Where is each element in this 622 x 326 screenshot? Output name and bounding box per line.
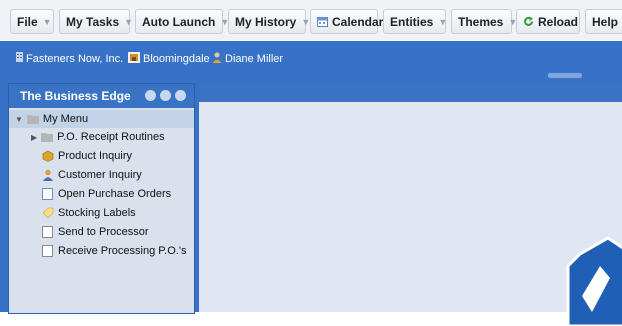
tree-node-label: Stocking Labels (58, 207, 136, 219)
chevron-down-icon: ▼ (124, 16, 134, 27)
menu-my-tasks[interactable]: My Tasks ▼ (59, 9, 134, 34)
main-menubar: File ▼ My Tasks ▼ Auto Launch ▼ My History ▼… (0, 0, 622, 40)
building-icon (16, 52, 23, 65)
chevron-down-icon: ▼ (301, 16, 311, 27)
context-bar: Fasteners Now, Inc. Bloomingdale Diane M… (0, 41, 622, 75)
main-content-area (199, 102, 622, 312)
tree-node-open-purchase-orders[interactable]: Open Purchase Orders (42, 185, 171, 203)
menu-help-label: Help (592, 14, 619, 29)
context-company[interactable]: Fasteners Now, Inc. (16, 52, 123, 65)
folder-icon (26, 113, 39, 125)
person-icon (42, 169, 54, 181)
calendar-button-label: Calendar (332, 14, 384, 29)
menu-help[interactable]: Help▼ (585, 9, 622, 34)
user-icon (212, 52, 222, 66)
document-icon (42, 226, 54, 238)
tree-node-receive-processing-pos[interactable]: Receive Processing P.O.'s (42, 242, 186, 260)
menu-themes[interactable]: Themes ▼ (451, 9, 517, 34)
tree-node-po-receipt-routines[interactable]: ▶ P.O. Receipt Routines (31, 128, 165, 146)
app-logo (566, 236, 622, 326)
tree-node-label: Product Inquiry (58, 150, 132, 162)
tree-node-label: Send to Processor (58, 226, 149, 238)
tree-node-label: P.O. Receipt Routines (57, 131, 165, 143)
menu-my-history-label: My History (235, 14, 297, 29)
collapse-left-icon[interactable] (175, 90, 186, 101)
document-icon (42, 245, 54, 257)
menu-auto-launch[interactable]: Auto Launch ▼ (135, 9, 229, 34)
context-user[interactable]: Diane Miller (212, 52, 283, 66)
menu-auto-launch-label: Auto Launch (142, 14, 216, 29)
context-company-label: Fasteners Now, Inc. (26, 52, 124, 65)
navigation-panel-title: The Business Edge (20, 89, 131, 103)
tree-node-label: Customer Inquiry (58, 169, 142, 181)
tree-node-my-menu[interactable]: ▼ My Menu (9, 110, 194, 128)
branch-icon (128, 52, 140, 66)
chevron-down-icon: ▼ (438, 16, 448, 27)
menu-entities[interactable]: Entities ▼ (383, 9, 448, 34)
context-branch[interactable]: Bloomingdale (128, 52, 210, 66)
menu-file[interactable]: File ▼ (10, 9, 54, 34)
tree-node-label: My Menu (42, 113, 89, 125)
menu-entities-label: Entities (390, 14, 434, 29)
menu-themes-label: Themes (458, 14, 504, 29)
calendar-button[interactable]: Calendar (310, 9, 383, 34)
menu-my-tasks-label: My Tasks (66, 14, 120, 29)
reload-button[interactable]: Reload (516, 9, 580, 34)
box-icon (42, 150, 54, 162)
tag-icon (42, 207, 54, 219)
navigation-panel: The Business Edge ▼ My Menu ▶ P.O. Recei… (8, 83, 195, 314)
main-area-header (199, 83, 622, 102)
tree-node-label: Open Purchase Orders (58, 188, 172, 200)
reload-button-label: Reload (538, 14, 579, 29)
tree-node-send-to-processor[interactable]: Send to Processor (42, 223, 149, 241)
collapse-handle[interactable] (548, 73, 582, 78)
document-icon (42, 188, 54, 200)
gear-icon[interactable] (145, 90, 156, 101)
menu-file-label: File (17, 14, 38, 29)
reload-icon (523, 16, 534, 27)
calendar-icon (317, 16, 328, 27)
expand-arrow-icon[interactable]: ▼ (15, 115, 23, 124)
tree-node-customer-inquiry[interactable]: Customer Inquiry (42, 166, 142, 184)
context-user-label: Diane Miller (225, 53, 284, 65)
folder-icon (41, 131, 54, 143)
tree-node-label: Receive Processing P.O.'s (58, 245, 187, 257)
context-branch-label: Bloomingdale (143, 53, 210, 65)
navigation-panel-header: The Business Edge (9, 84, 194, 108)
expand-arrow-icon[interactable]: ▶ (31, 133, 37, 142)
tree-node-stocking-labels[interactable]: Stocking Labels (42, 204, 136, 222)
tree-node-product-inquiry[interactable]: Product Inquiry (42, 147, 132, 165)
menu-my-history[interactable]: My History ▼ (228, 9, 310, 34)
chevron-down-icon: ▼ (42, 16, 52, 27)
minimize-icon[interactable] (160, 90, 171, 101)
